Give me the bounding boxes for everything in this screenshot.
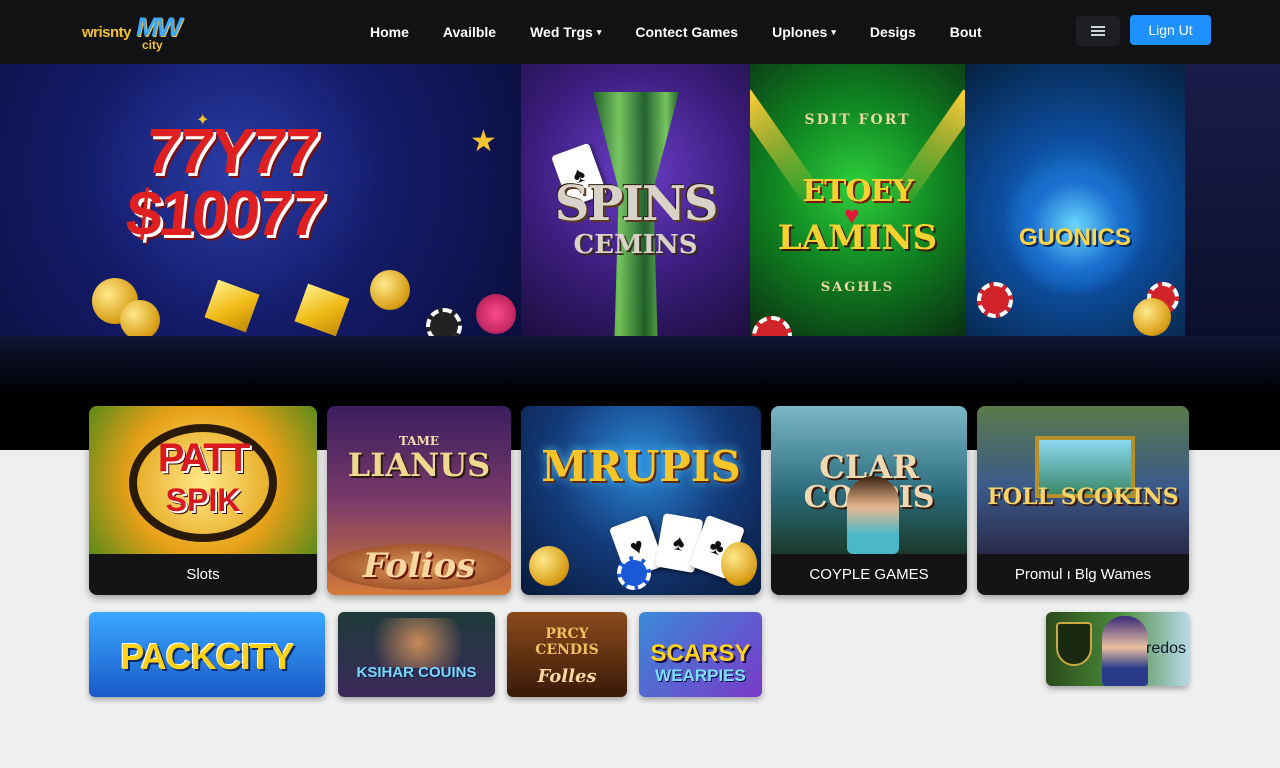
chevron-down-icon: ▾ bbox=[831, 26, 836, 37]
poker-chip-icon bbox=[752, 316, 792, 336]
hero-panel-slots[interactable]: ★ ✦ 77Y77 $10077 bbox=[0, 64, 521, 336]
hero-panel-edge bbox=[1185, 64, 1280, 336]
hero-panel-guonics[interactable]: GUONICS bbox=[965, 64, 1185, 336]
game-art-title: LIANUS bbox=[347, 446, 491, 484]
game-art-title: SCARSY bbox=[650, 640, 751, 667]
gold-coin-icon bbox=[721, 542, 757, 586]
game-tile-promul-blg-wames[interactable]: FOLL SCOKINS Promul ı Blg Wames bbox=[977, 406, 1189, 595]
grid-menu-icon bbox=[1091, 30, 1105, 32]
nav-item-uplones[interactable]: Uplones ▾ bbox=[772, 24, 836, 40]
game-art-title: PATT bbox=[157, 436, 251, 480]
nav-item-home[interactable]: Home bbox=[370, 24, 409, 40]
game-art: PATT SPIK bbox=[89, 406, 317, 554]
hero-fade bbox=[0, 336, 1280, 396]
nav-item-desigs[interactable]: Desigs bbox=[870, 24, 916, 40]
poker-chip-icon bbox=[977, 282, 1013, 318]
nav-item-wed-trgs[interactable]: Wed Trgs ▾ bbox=[530, 24, 601, 40]
game-art: MRUPIS ♥ ♠ ♣ bbox=[521, 406, 761, 595]
top-navigation-bar: wrisnty MW city Home Availble Wed Trgs ▾ … bbox=[0, 0, 1280, 64]
game-art-subtitle: WEARPIES bbox=[655, 666, 746, 685]
logo-sub: city bbox=[142, 38, 163, 52]
game-tile-packcity[interactable]: PACKCITY bbox=[89, 612, 325, 697]
game-tile-label: COYPLE GAMES bbox=[771, 554, 967, 595]
gold-coin-icon bbox=[1133, 298, 1171, 336]
star-icon: ★ bbox=[470, 125, 497, 158]
character-portrait bbox=[1102, 616, 1148, 686]
logo-text: wrisnty bbox=[82, 24, 132, 41]
hero-top-banner-text: SDIT FORT bbox=[804, 112, 911, 128]
grid-menu-button[interactable] bbox=[1076, 16, 1120, 46]
characters-decoration bbox=[358, 618, 478, 668]
game-art-title: redos bbox=[1146, 640, 1187, 657]
hero-title-lamins: LAMINS bbox=[777, 218, 938, 258]
poker-chip-icon bbox=[617, 556, 651, 590]
character-portrait bbox=[847, 476, 899, 554]
nav-item-contect-games[interactable]: Contect Games bbox=[635, 24, 738, 40]
game-art-title: PACKCITY bbox=[120, 636, 294, 677]
gold-coin-icon bbox=[370, 270, 410, 310]
game-tile-ksihar-couins[interactable]: KSIHAR COUINS bbox=[338, 612, 495, 697]
game-tile-scarsy-wearpies[interactable]: SCARSY WEARPIES bbox=[639, 612, 762, 697]
hero-bottom-banner-text: SAGHLS bbox=[820, 280, 895, 295]
game-art-title: PRCY bbox=[545, 626, 589, 642]
shield-icon bbox=[1056, 622, 1092, 666]
game-tile-coyple-games[interactable]: CLAR COPPIS COYPLE GAMES bbox=[771, 406, 967, 595]
gold-coin-icon bbox=[529, 546, 569, 586]
chevron-down-icon: ▾ bbox=[596, 26, 602, 37]
gold-gem-icon bbox=[204, 279, 260, 333]
site-logo[interactable]: wrisnty MW city bbox=[80, 10, 190, 54]
game-art: TAME LIANUS Folios bbox=[327, 406, 511, 595]
game-art: FOLL SCOKINS bbox=[977, 406, 1189, 554]
hero-title-spins: SPINS bbox=[554, 176, 719, 232]
game-tile-redos[interactable]: redos bbox=[1046, 612, 1189, 686]
game-tile-mrupis[interactable]: MRUPIS ♥ ♠ ♣ bbox=[521, 406, 761, 595]
game-art-subtitle: Folios bbox=[362, 546, 476, 586]
game-tile-slots[interactable]: PATT SPIK Slots bbox=[89, 406, 317, 595]
hero-banner: ★ ✦ 77Y77 $10077 ♠ SPINS CEMINS SDIT FOR… bbox=[0, 64, 1280, 450]
game-tile-label: Slots bbox=[89, 554, 317, 595]
sign-in-button[interactable]: Lign Ut bbox=[1130, 15, 1211, 45]
game-art-title: MRUPIS bbox=[541, 442, 741, 491]
game-art-title: KSIHAR COUINS bbox=[356, 664, 477, 681]
main-nav: Home Availble Wed Trgs ▾ Contect Games Up… bbox=[370, 0, 1016, 64]
hero-title-sevens: 77Y77 $10077 bbox=[122, 115, 327, 249]
game-art-title: FOLL SCOKINS bbox=[987, 484, 1179, 510]
game-tile-prcy-cendis[interactable]: PRCY CENDIS Folles bbox=[507, 612, 627, 697]
game-art-tagline: Folles bbox=[537, 666, 597, 687]
hero-subtitle-cemins: CEMINS bbox=[573, 230, 698, 260]
berry-icon bbox=[476, 294, 516, 334]
hero-title-guonics: GUONICS bbox=[1018, 224, 1131, 251]
poker-chip-icon bbox=[426, 308, 462, 336]
game-art-subtitle: SPIK bbox=[165, 482, 241, 518]
game-tile-lianus[interactable]: TAME LIANUS Folios bbox=[327, 406, 511, 595]
game-art: CLAR COPPIS bbox=[771, 406, 967, 554]
hero-panel-lamins[interactable]: SDIT FORT ETOEY ♥ LAMINS SAGHLS bbox=[750, 64, 965, 336]
game-tile-label: Promul ı Blg Wames bbox=[977, 554, 1189, 595]
gold-coin-icon bbox=[120, 300, 160, 336]
gold-gem-icon bbox=[294, 283, 350, 336]
nav-item-available[interactable]: Availble bbox=[443, 24, 496, 40]
hero-panel-spins[interactable]: ♠ SPINS CEMINS bbox=[521, 64, 750, 336]
game-art-subtitle: CENDIS bbox=[535, 642, 599, 658]
nav-item-bout[interactable]: Bout bbox=[950, 24, 982, 40]
